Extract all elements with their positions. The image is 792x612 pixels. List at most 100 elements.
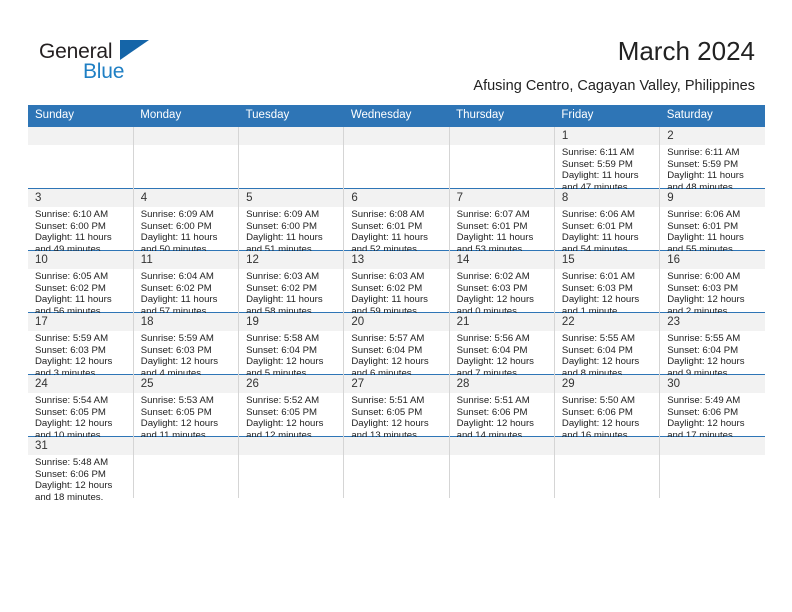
calendar-day-cell[interactable]: 1 Sunrise: 6:11 AM Sunset: 5:59 PM Daylight…	[554, 127, 661, 193]
daylight-text-line1: Daylight: 11 hours	[351, 232, 428, 244]
calendar-cell-empty	[238, 127, 345, 189]
day-details: Sunrise: 6:03 AM Sunset: 6:02 PM Daylight:…	[344, 269, 448, 317]
calendar-cell-inner: 28 Sunrise: 5:51 AM Sunset: 6:06 PM Dayligh…	[449, 375, 554, 441]
daylight-text-line2: and 18 minutes.	[35, 491, 104, 503]
calendar-day-cell[interactable]: 21 Sunrise: 5:56 AM Sunset: 6:04 PM Dayligh…	[449, 312, 555, 379]
calendar-day-cell[interactable]: 5 Sunrise: 6:09 AM Sunset: 6:00 PM Daylight…	[238, 188, 345, 255]
sunset-text: Sunset: 6:04 PM	[351, 344, 423, 356]
daylight-text-line1: Daylight: 12 hours	[351, 418, 429, 430]
calendar-day-cell[interactable]: 29 Sunrise: 5:50 AM Sunset: 6:06 PM Dayligh…	[554, 374, 661, 441]
general-blue-logo[interactable]: General Blue	[39, 40, 159, 88]
calendar-day-cell[interactable]: 11 Sunrise: 6:04 AM Sunset: 6:02 PM Dayligh…	[133, 250, 240, 317]
day-details: Sunrise: 5:49 AM Sunset: 6:06 PM Daylight:…	[660, 393, 765, 441]
calendar-day-cell[interactable]: 9 Sunrise: 6:06 AM Sunset: 6:01 PM Daylight…	[659, 188, 765, 255]
sunrise-text: Sunrise: 6:09 AM	[140, 209, 214, 220]
calendar-day-cell[interactable]: 25 Sunrise: 5:53 AM Sunset: 6:05 PM Dayligh…	[133, 374, 240, 441]
daylight-text-line1: Daylight: 12 hours	[35, 418, 113, 430]
calendar-cell-empty	[238, 436, 345, 498]
calendar-cell-inner: 16 Sunrise: 6:00 AM Sunset: 6:03 PM Dayligh…	[660, 251, 765, 317]
sunrise-text: Sunrise: 5:51 AM	[456, 395, 530, 406]
calendar-day-cell[interactable]: 28 Sunrise: 5:51 AM Sunset: 6:06 PM Dayligh…	[449, 374, 555, 441]
day-number: 15	[554, 251, 660, 269]
day-number: 13	[344, 251, 449, 269]
day-number: 12	[239, 251, 344, 269]
calendar-day-cell[interactable]: 31 Sunrise: 5:48 AM Sunset: 6:06 PM Dayligh…	[28, 436, 134, 503]
sunset-text: Sunset: 6:06 PM	[456, 406, 528, 418]
day-details: Sunrise: 6:04 AM Sunset: 6:02 PM Daylight:…	[134, 269, 238, 317]
day-details: Sunrise: 5:53 AM Sunset: 6:05 PM Daylight:…	[134, 393, 238, 441]
day-number: 4	[133, 189, 239, 207]
day-number: 30	[660, 375, 765, 393]
calendar-cell-empty	[28, 127, 134, 189]
day-details: Sunrise: 5:59 AM Sunset: 6:03 PM Daylight:…	[28, 331, 133, 379]
day-number	[344, 127, 449, 145]
calendar-day-cell[interactable]: 14 Sunrise: 6:02 AM Sunset: 6:03 PM Dayligh…	[449, 250, 555, 317]
day-number: 20	[344, 313, 449, 331]
sunset-text: Sunset: 5:59 PM	[561, 158, 633, 170]
calendar-day-cell[interactable]: 18 Sunrise: 5:59 AM Sunset: 6:03 PM Dayligh…	[133, 312, 240, 379]
weekday-header-row: Sunday Monday Tuesday Wednesday Thursday…	[28, 105, 765, 127]
sunrise-text: Sunrise: 5:57 AM	[351, 333, 425, 344]
calendar-cell-inner: 18 Sunrise: 5:59 AM Sunset: 6:03 PM Dayligh…	[133, 313, 239, 379]
calendar-day-cell[interactable]: 22 Sunrise: 5:55 AM Sunset: 6:04 PM Dayligh…	[554, 312, 661, 379]
daylight-text-line1: Daylight: 11 hours	[140, 232, 218, 244]
daylight-text-line1: Daylight: 12 hours	[456, 356, 534, 368]
day-details: Sunrise: 5:48 AM Sunset: 6:06 PM Daylight:…	[28, 455, 133, 503]
calendar-day-cell[interactable]: 12 Sunrise: 6:03 AM Sunset: 6:02 PM Dayligh…	[238, 250, 345, 317]
calendar-day-cell[interactable]: 2 Sunrise: 6:11 AM Sunset: 5:59 PM Daylight…	[659, 127, 765, 193]
day-details: Sunrise: 5:54 AM Sunset: 6:05 PM Daylight:…	[28, 393, 133, 441]
day-number	[133, 437, 239, 455]
calendar-day-cell[interactable]: 15 Sunrise: 6:01 AM Sunset: 6:03 PM Dayligh…	[554, 250, 661, 317]
calendar-day-cell[interactable]: 17 Sunrise: 5:59 AM Sunset: 6:03 PM Dayligh…	[28, 312, 134, 379]
calendar-cell-inner: 10 Sunrise: 6:05 AM Sunset: 6:02 PM Dayligh…	[28, 251, 133, 317]
calendar-day-cell[interactable]: 7 Sunrise: 6:07 AM Sunset: 6:01 PM Daylight…	[449, 188, 555, 255]
calendar-cell-inner: 6 Sunrise: 6:08 AM Sunset: 6:01 PM Daylight…	[344, 189, 449, 255]
daylight-text-line1: Daylight: 12 hours	[246, 356, 324, 368]
sunrise-text: Sunrise: 5:54 AM	[35, 395, 109, 406]
masthead: General Blue March 2024 Afusing Centro, …	[0, 0, 792, 104]
daylight-text-line1: Daylight: 12 hours	[456, 294, 534, 306]
calendar-cell-inner: 9 Sunrise: 6:06 AM Sunset: 6:01 PM Daylight…	[660, 189, 765, 255]
sunset-text: Sunset: 6:02 PM	[35, 282, 106, 294]
calendar-day-cell[interactable]: 27 Sunrise: 5:51 AM Sunset: 6:05 PM Dayligh…	[343, 374, 450, 441]
calendar-day-cell[interactable]: 6 Sunrise: 6:08 AM Sunset: 6:01 PM Daylight…	[343, 188, 450, 255]
calendar-day-cell[interactable]: 23 Sunrise: 5:55 AM Sunset: 6:04 PM Dayligh…	[659, 312, 765, 379]
calendar-cell-inner: 21 Sunrise: 5:56 AM Sunset: 6:04 PM Dayligh…	[449, 313, 554, 379]
sunrise-text: Sunrise: 5:56 AM	[456, 333, 530, 344]
sunrise-text: Sunrise: 6:10 AM	[35, 209, 109, 220]
sunrise-text: Sunrise: 5:52 AM	[246, 395, 320, 406]
day-details: Sunrise: 6:00 AM Sunset: 6:03 PM Daylight:…	[660, 269, 765, 317]
day-number	[239, 437, 344, 455]
calendar-day-cell[interactable]: 10 Sunrise: 6:05 AM Sunset: 6:02 PM Dayligh…	[28, 250, 134, 317]
calendar-week-row: 3 Sunrise: 6:10 AM Sunset: 6:00 PM Daylight…	[28, 188, 765, 255]
calendar-day-cell[interactable]: 16 Sunrise: 6:00 AM Sunset: 6:03 PM Dayligh…	[659, 250, 765, 317]
calendar-cell-inner: 3 Sunrise: 6:10 AM Sunset: 6:00 PM Daylight…	[28, 189, 133, 255]
sunrise-text: Sunrise: 6:03 AM	[246, 271, 320, 282]
calendar-day-cell[interactable]: 24 Sunrise: 5:54 AM Sunset: 6:05 PM Dayligh…	[28, 374, 134, 441]
calendar-day-cell[interactable]: 20 Sunrise: 5:57 AM Sunset: 6:04 PM Dayligh…	[343, 312, 450, 379]
calendar-day-cell[interactable]: 13 Sunrise: 6:03 AM Sunset: 6:02 PM Dayligh…	[343, 250, 450, 317]
calendar-cell-inner: 29 Sunrise: 5:50 AM Sunset: 6:06 PM Dayligh…	[554, 375, 660, 441]
sunrise-text: Sunrise: 5:58 AM	[246, 333, 320, 344]
sunrise-text: Sunrise: 6:03 AM	[351, 271, 425, 282]
calendar-cell-inner: 20 Sunrise: 5:57 AM Sunset: 6:04 PM Dayligh…	[344, 313, 449, 379]
calendar-day-cell[interactable]: 30 Sunrise: 5:49 AM Sunset: 6:06 PM Dayligh…	[659, 374, 765, 441]
calendar-cell-inner: 8 Sunrise: 6:06 AM Sunset: 6:01 PM Daylight…	[554, 189, 660, 255]
daylight-text-line1: Daylight: 12 hours	[561, 356, 640, 368]
calendar-day-cell[interactable]: 3 Sunrise: 6:10 AM Sunset: 6:00 PM Daylight…	[28, 188, 134, 255]
day-number: 17	[28, 313, 133, 331]
day-number: 31	[28, 437, 133, 455]
calendar-cell-inner: 1 Sunrise: 6:11 AM Sunset: 5:59 PM Daylight…	[554, 127, 660, 193]
day-number	[344, 437, 449, 455]
sunrise-text: Sunrise: 5:53 AM	[140, 395, 214, 406]
calendar-cell-empty	[449, 127, 555, 189]
daylight-text-line1: Daylight: 12 hours	[246, 418, 324, 430]
calendar-day-cell[interactable]: 26 Sunrise: 5:52 AM Sunset: 6:05 PM Dayligh…	[238, 374, 345, 441]
calendar-day-cell[interactable]: 8 Sunrise: 6:06 AM Sunset: 6:01 PM Daylight…	[554, 188, 661, 255]
sunset-text: Sunset: 6:04 PM	[561, 344, 633, 356]
calendar-day-cell[interactable]: 19 Sunrise: 5:58 AM Sunset: 6:04 PM Dayligh…	[238, 312, 345, 379]
sunset-text: Sunset: 6:05 PM	[246, 406, 317, 418]
sunset-text: Sunset: 6:03 PM	[561, 282, 633, 294]
calendar-day-cell[interactable]: 4 Sunrise: 6:09 AM Sunset: 6:00 PM Daylight…	[133, 188, 240, 255]
sunrise-text: Sunrise: 6:09 AM	[246, 209, 320, 220]
